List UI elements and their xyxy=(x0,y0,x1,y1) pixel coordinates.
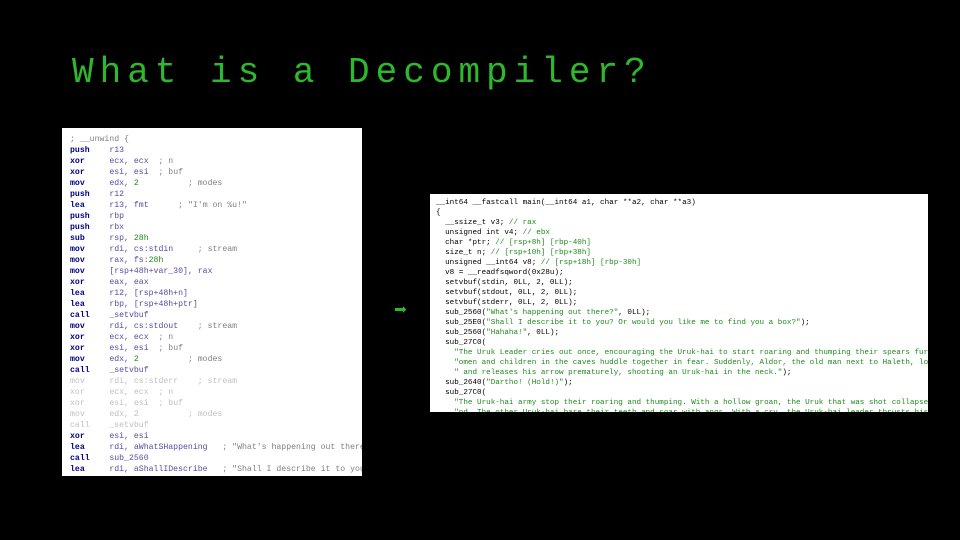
asm-line: mov rax, fs:28h xyxy=(70,255,354,266)
asm-line: mov rdi, cs:stdout ; stream xyxy=(70,321,354,332)
asm-line: xor esi, esi ; buf xyxy=(70,167,354,178)
asm-line: sub rsp, 28h xyxy=(70,233,354,244)
asm-line: mov [rsp+48h+var_30], rax xyxy=(70,266,354,277)
c-line: size_t n; // [rsp+10h] [rbp+38h] xyxy=(436,248,922,258)
asm-line: push r13 xyxy=(70,145,354,156)
c-line: v8 = __readfsqword(0x28u); xyxy=(436,268,922,278)
c-line: __int64 __fastcall main(__int64 a1, char… xyxy=(436,198,922,208)
asm-line: call sub_2560 xyxy=(70,453,354,464)
asm-line: lea rbp, [rsp+48h+ptr] xyxy=(70,299,354,310)
asm-line: push rbp xyxy=(70,211,354,222)
c-line: { xyxy=(436,208,922,218)
asm-line: xor eax, eax xyxy=(70,277,354,288)
c-line: sub_2560("Hahaha!", 0LL); xyxy=(436,328,922,338)
c-line: "nd. The other Uruk-hai bare their teeth… xyxy=(436,408,922,412)
asm-line: ; __unwind { xyxy=(70,134,354,145)
asm-line: mov edx, 2 ; modes xyxy=(70,409,354,420)
asm-line: lea r12, [rsp+48h+n] xyxy=(70,288,354,299)
arrow-icon: ➡ xyxy=(394,298,407,324)
asm-line: mov edx, 2 ; modes xyxy=(70,354,354,365)
asm-line: xor ecx, ecx ; n xyxy=(70,387,354,398)
asm-line: call _setvbuf xyxy=(70,365,354,376)
c-line: setvbuf(stdout, 0LL, 2, 0LL); xyxy=(436,288,922,298)
asm-line: call _setvbuf xyxy=(70,420,354,431)
c-line: sub_25E0("Shall I describe it to you? Or… xyxy=(436,318,922,328)
assembly-panel: ; __unwind {push r13xor ecx, ecx ; nxor … xyxy=(62,128,362,476)
slide-title: What is a Decompiler? xyxy=(72,52,652,93)
asm-line: call sub_2580 xyxy=(70,475,354,476)
c-line: char *ptr; // [rsp+8h] [rbp-40h] xyxy=(436,238,922,248)
c-line: "The Uruk Leader cries out once, encoura… xyxy=(436,348,922,358)
c-line: " and releases his arrow prematurely, sh… xyxy=(436,368,922,378)
asm-line: lea r13, fmt ; "I'm on %u!" xyxy=(70,200,354,211)
asm-line: push r12 xyxy=(70,189,354,200)
c-line: sub_27C0( xyxy=(436,388,922,398)
c-line: unsigned int v4; // ebx xyxy=(436,228,922,238)
c-line: unsigned __int64 v8; // [rsp+18h] [rbp-3… xyxy=(436,258,922,268)
asm-line: mov rdi, cs:stdin ; stream xyxy=(70,244,354,255)
asm-line: xor ecx, ecx ; n xyxy=(70,156,354,167)
asm-line: mov rdi, cs:stderr ; stream xyxy=(70,376,354,387)
asm-line: xor esi, esi ; buf xyxy=(70,398,354,409)
c-line: setvbuf(stdin, 0LL, 2, 0LL); xyxy=(436,278,922,288)
c-line: setvbuf(stderr, 0LL, 2, 0LL); xyxy=(436,298,922,308)
asm-line: call _setvbuf xyxy=(70,310,354,321)
c-line: sub_27C0( xyxy=(436,338,922,348)
c-line: "omen and children in the caves huddle t… xyxy=(436,358,922,368)
c-line: "The Uruk-hai army stop their roaring an… xyxy=(436,398,922,408)
asm-line: push rbx xyxy=(70,222,354,233)
c-line: sub_2560("What's happening out there?", … xyxy=(436,308,922,318)
decompiled-panel: __int64 __fastcall main(__int64 a1, char… xyxy=(430,194,928,412)
asm-line: xor esi, esi xyxy=(70,431,354,442)
asm-line: lea rdi, aWhatSHappening ; "What's happe… xyxy=(70,442,354,453)
c-line: __ssize_t v3; // rax xyxy=(436,218,922,228)
asm-line: mov edx, 2 ; modes xyxy=(70,178,354,189)
asm-line: xor ecx, ecx ; n xyxy=(70,332,354,343)
asm-line: lea rdi, aShallIDescribe ; "Shall I desc… xyxy=(70,464,354,475)
c-line: sub_2640("Dartho! (Hold!)"); xyxy=(436,378,922,388)
asm-line: xor esi, esi ; buf xyxy=(70,343,354,354)
